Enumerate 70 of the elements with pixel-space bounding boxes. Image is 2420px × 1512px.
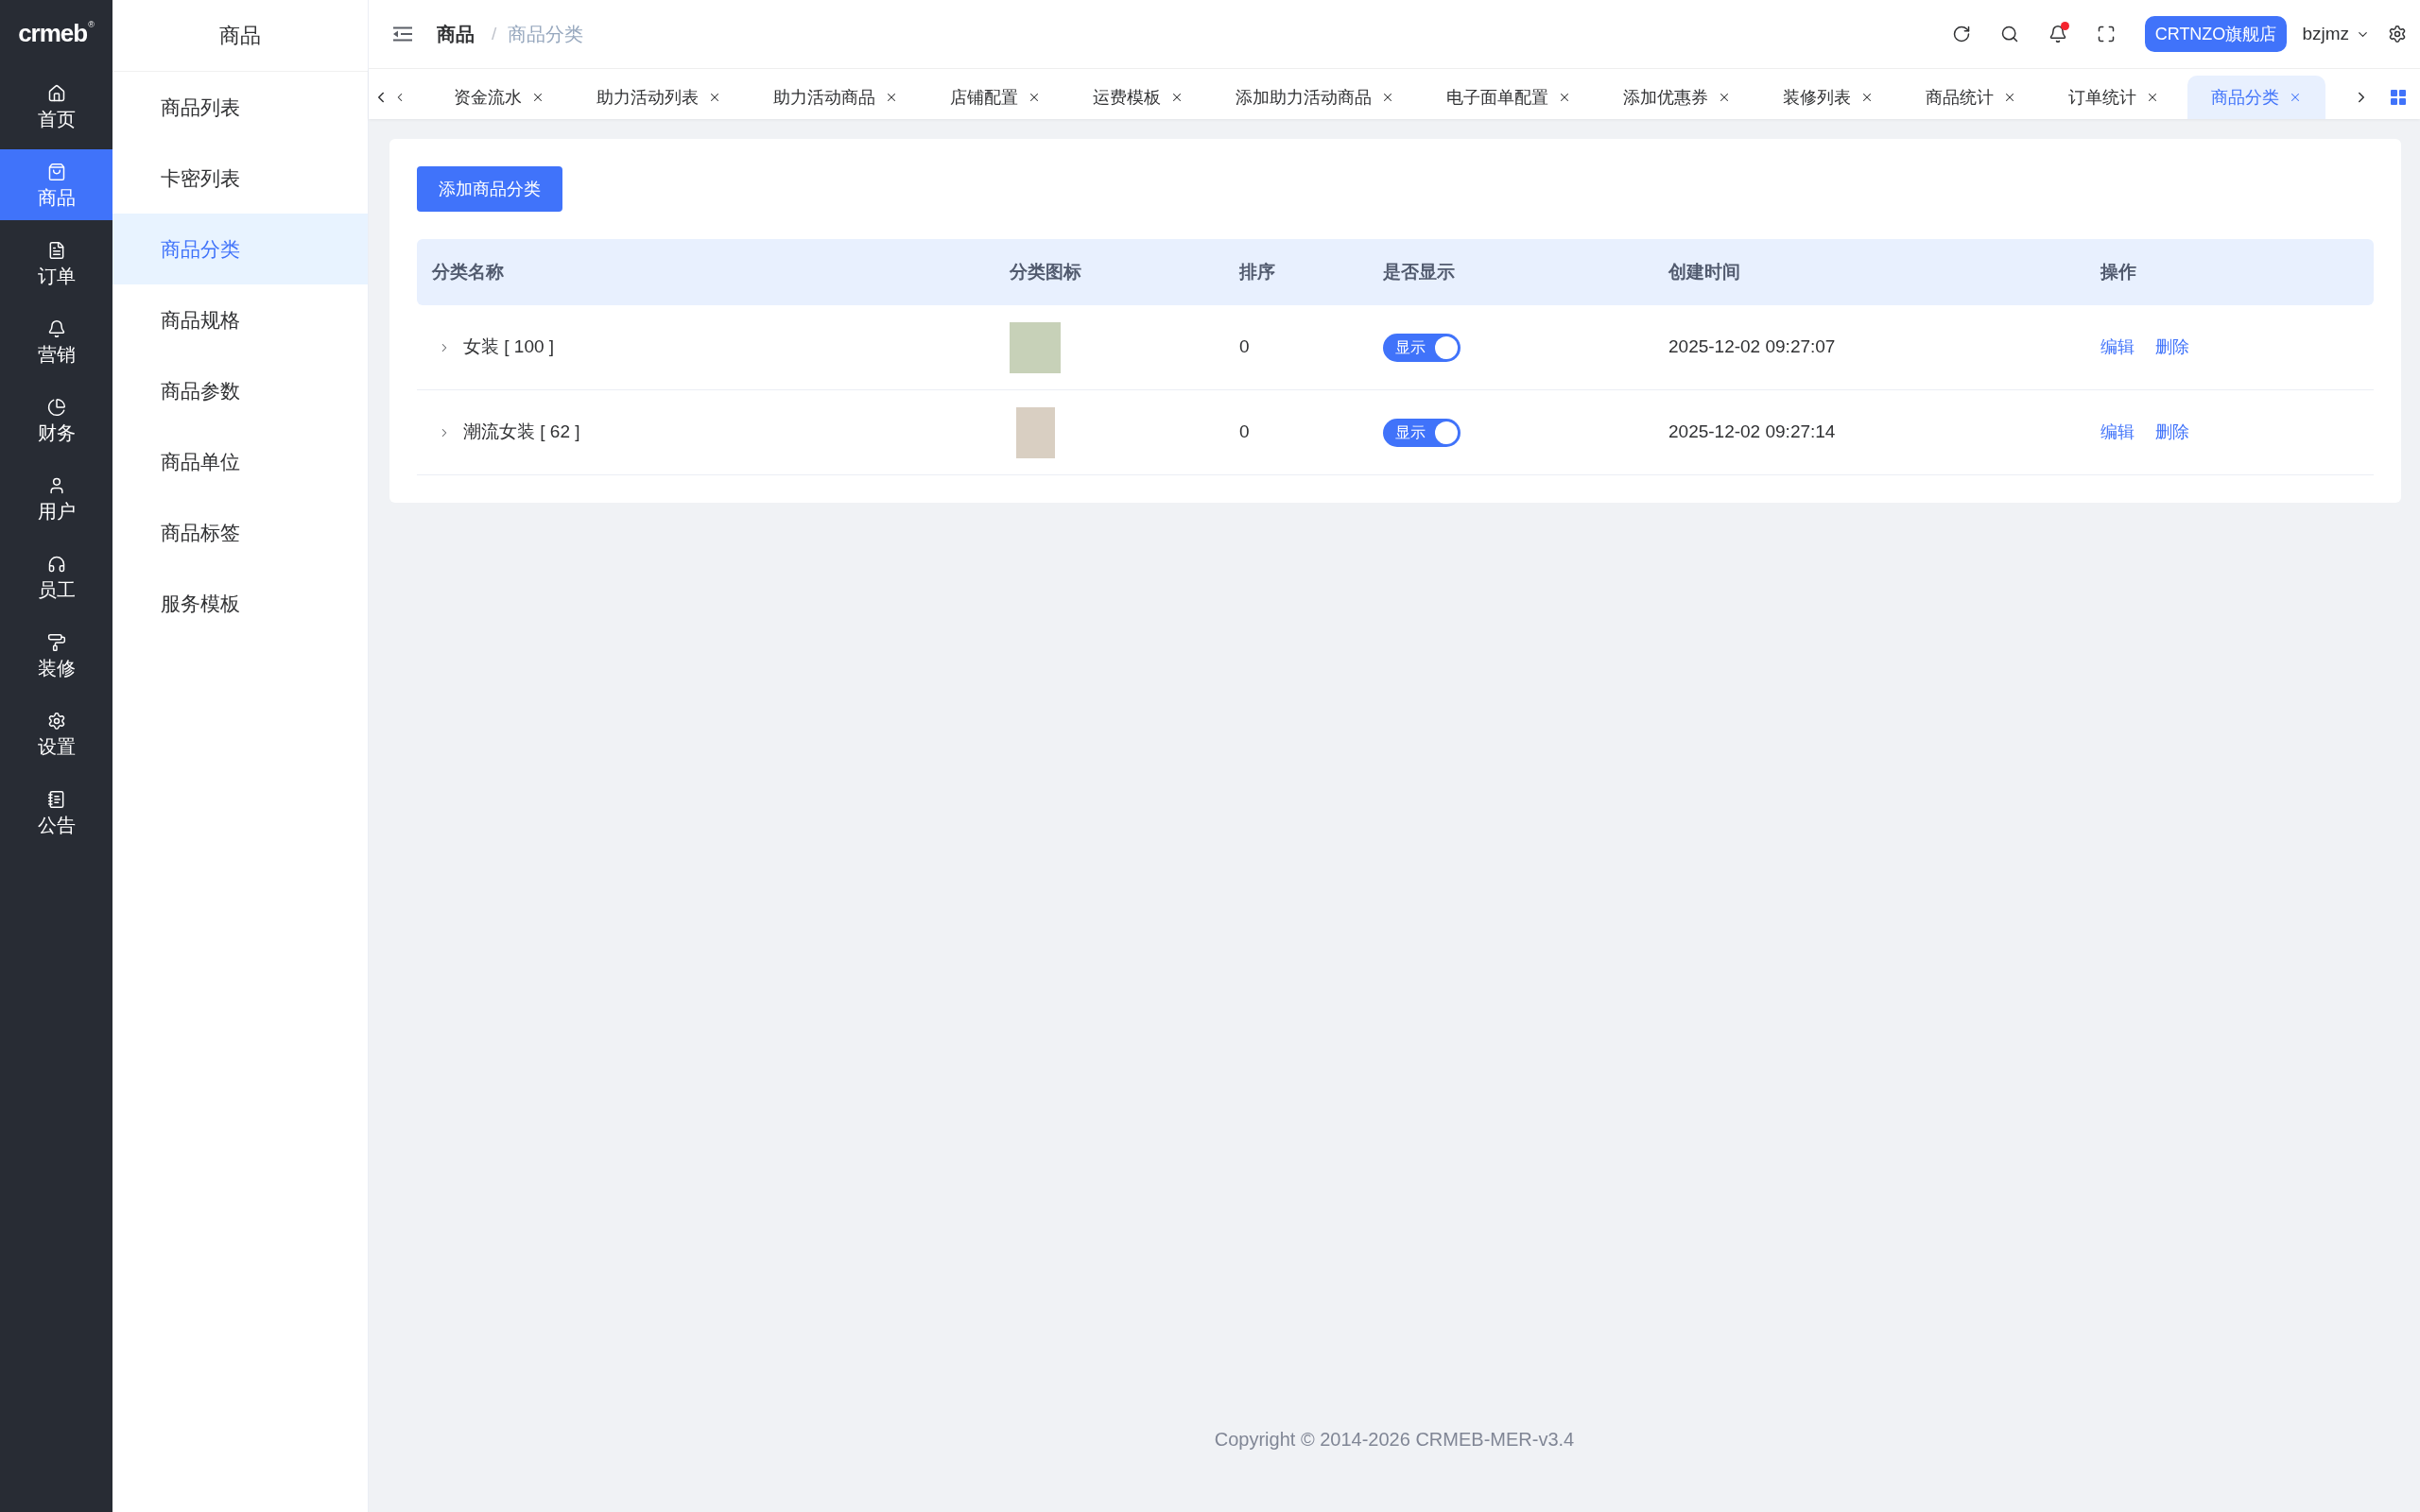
breadcrumb-separator: / [492,22,497,45]
sidebar-item[interactable]: 首页 [0,71,112,142]
sort-value: 0 [1239,336,1250,357]
column-header: 分类图标 [1010,261,1081,282]
username[interactable]: bzjmz [2302,20,2349,48]
column-header: 操作 [2100,261,2136,282]
bell-icon[interactable] [2048,25,2067,43]
logo: crmeb [18,21,88,45]
close-icon[interactable] [1558,91,1571,104]
sidebar-item[interactable]: 订单 [0,228,112,299]
menu-fold-icon[interactable] [393,26,412,42]
house-icon [46,84,66,103]
created-time: 2025-12-02 09:27:07 [1668,336,1836,357]
switch-knob-icon [1435,421,1458,444]
column-header: 是否显示 [1383,261,1455,282]
close-icon[interactable] [1028,91,1041,104]
settings-icon[interactable] [2388,25,2407,43]
registered-mark: ® [88,21,95,29]
sidebar-item[interactable]: 财务 [0,385,112,455]
edit-link[interactable]: 编辑 [2100,420,2135,445]
close-icon[interactable] [531,91,544,104]
photo-placeholder [1015,406,1055,458]
sidebar-item[interactable]: 员工 [0,541,112,612]
close-icon[interactable] [1381,91,1394,104]
notebook-icon [46,790,66,809]
category-name: 潮流女装 [ 62 ] [463,421,580,444]
submenu-item[interactable]: 商品分类 [112,214,368,284]
delete-link[interactable]: 删除 [2155,335,2189,360]
sidebar-item[interactable]: 用户 [0,463,112,534]
add-category-button[interactable]: 添加商品分类 [417,166,562,212]
paint-roller-icon [46,633,66,652]
delete-link[interactable]: 删除 [2155,420,2189,445]
close-icon[interactable] [885,91,898,104]
sub-sidebar-title: 商品 [219,23,261,49]
created-time: 2025-12-02 09:27:14 [1668,421,1836,442]
sidebar-item[interactable]: 公告 [0,777,112,848]
sidebar-item[interactable]: 设置 [0,698,112,769]
pie-chart-icon [46,398,66,417]
visibility-switch[interactable]: 显示 [1383,418,1461,447]
search-icon[interactable] [1999,25,2019,43]
tab[interactable]: 商品分类 [2187,76,2325,119]
grid-icon[interactable] [2391,90,2406,105]
photo-placeholder [1010,321,1061,373]
sidebar-item[interactable]: 商品 [0,149,112,220]
gear-icon [46,712,66,730]
store-button[interactable]: CRTNZO旗舰店 [2144,16,2288,52]
visibility-switch[interactable]: 显示 [1383,333,1461,362]
copyright-text: Copyright © 2014-2026 CRMEB-MER-v3.4 [1214,1428,1575,1452]
close-icon[interactable] [2146,91,2159,104]
sort-value: 0 [1239,421,1250,442]
close-icon[interactable] [1170,91,1184,104]
refresh-icon[interactable] [1951,25,1971,43]
edit-link[interactable]: 编辑 [2100,335,2135,360]
close-icon[interactable] [2003,91,2016,104]
breadcrumb-item[interactable]: 商品 [437,20,475,48]
breadcrumb-item: 商品分类 [508,23,584,46]
category-name: 女装 [ 100 ] [463,335,555,359]
shopping-bag-icon [46,163,66,181]
sidebar-item[interactable]: 装修 [0,620,112,691]
column-header: 排序 [1239,261,1275,282]
column-header: 分类名称 [432,261,504,282]
fullscreen-icon[interactable] [2096,25,2116,43]
sidebar-item[interactable]: 营销 [0,306,112,377]
column-header: 创建时间 [1668,261,1740,282]
close-icon[interactable] [1860,91,1874,104]
bell-icon [46,319,66,338]
switch-knob-icon [1435,335,1458,359]
headphones-icon [46,555,66,574]
close-icon[interactable] [708,91,721,104]
close-icon[interactable] [1718,91,1731,104]
